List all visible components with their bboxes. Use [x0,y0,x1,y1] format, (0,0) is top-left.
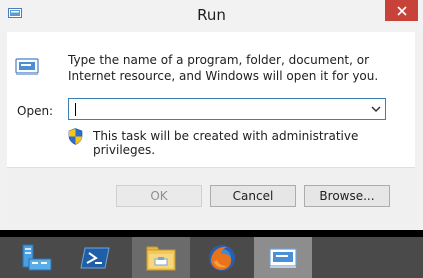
close-button[interactable] [385,0,418,21]
admin-privileges-note: This task will be created with administr… [93,129,359,157]
taskbar [0,237,423,278]
open-label: Open: [17,104,54,118]
title-bar[interactable]: Run [0,0,423,32]
dialog-description: Type the name of a program, folder, docu… [68,53,379,83]
file-explorer-icon [146,246,176,270]
taskbar-item-file-explorer[interactable] [132,237,190,278]
run-icon [15,58,39,75]
server-manager-icon [22,244,52,270]
close-icon [396,5,407,16]
browse-button[interactable]: Browse... [304,185,390,207]
screen: Run Type the name of a program, folder, … [0,0,423,278]
run-dialog: Run Type the name of a program, folder, … [0,0,423,230]
cancel-button[interactable]: Cancel [210,185,296,207]
taskbar-item-run[interactable] [254,237,312,278]
uac-shield-icon [68,128,83,145]
taskbar-item-powershell[interactable] [66,237,124,278]
powershell-icon [80,247,110,268]
run-icon [269,247,297,268]
text-caret [75,103,76,116]
window-title: Run [197,6,226,24]
open-combobox[interactable] [68,98,386,120]
taskbar-item-server-manager[interactable] [8,237,66,278]
ok-button[interactable]: OK [116,185,202,207]
firefox-icon [209,244,235,271]
taskbar-item-firefox[interactable] [193,237,251,278]
chevron-down-icon[interactable] [369,102,383,116]
